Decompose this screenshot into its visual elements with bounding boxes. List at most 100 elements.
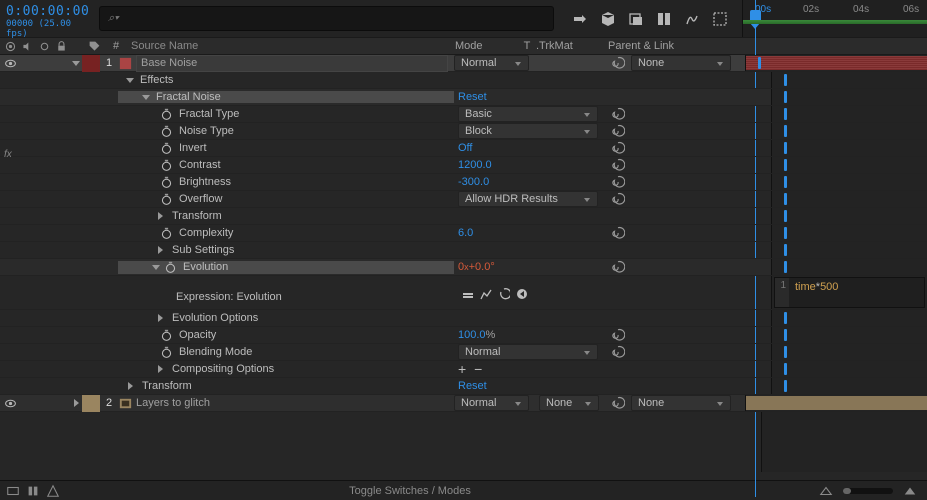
stopwatch-icon[interactable] bbox=[160, 193, 173, 206]
stopwatch-icon[interactable] bbox=[160, 125, 173, 138]
layer-bar-1[interactable] bbox=[746, 56, 927, 70]
blend-mode-dropdown-2[interactable]: Normal bbox=[454, 395, 529, 411]
expression-editor[interactable]: 1 time*500 bbox=[774, 277, 925, 308]
timecode-main[interactable]: 0:00:00:00 bbox=[6, 4, 89, 19]
contrast-value[interactable]: 1200.0 bbox=[458, 159, 492, 171]
transform-reset[interactable]: Reset bbox=[458, 380, 487, 392]
audio-header-icon[interactable] bbox=[21, 40, 34, 53]
motion-blur-icon[interactable] bbox=[656, 11, 672, 27]
pickwhip-icon[interactable] bbox=[611, 107, 625, 121]
source-name-column-header[interactable]: Source Name bbox=[125, 40, 451, 52]
layer-name-2[interactable]: Layers to glitch bbox=[136, 397, 210, 409]
cube-icon[interactable] bbox=[600, 11, 616, 27]
eye-icon[interactable] bbox=[4, 57, 17, 70]
toggle-switches-button[interactable]: Toggle Switches / Modes bbox=[60, 485, 760, 497]
pickwhip-icon[interactable] bbox=[611, 226, 625, 240]
mode-column-header[interactable]: Mode bbox=[451, 40, 518, 52]
shy-icon[interactable] bbox=[572, 11, 588, 27]
twirl-evolution[interactable] bbox=[150, 261, 162, 273]
pickwhip-icon[interactable] bbox=[611, 260, 625, 274]
parent-dropdown-2[interactable]: None bbox=[631, 395, 731, 411]
zoom-slider[interactable] bbox=[843, 488, 893, 494]
expression-code[interactable]: time*500 bbox=[789, 278, 924, 307]
twirl-effects[interactable] bbox=[124, 74, 136, 86]
twirl-layer-2[interactable] bbox=[70, 397, 82, 409]
fractal-noise-effect-row[interactable]: Fractal Noise Reset bbox=[0, 89, 927, 106]
zoom-out-icon[interactable] bbox=[819, 484, 833, 498]
stopwatch-icon[interactable] bbox=[160, 346, 173, 359]
pickwhip-icon[interactable] bbox=[611, 158, 625, 172]
pickwhip-icon[interactable] bbox=[611, 192, 625, 206]
t-column-header[interactable]: T bbox=[518, 40, 536, 52]
stopwatch-icon[interactable] bbox=[164, 261, 177, 274]
pickwhip-icon[interactable] bbox=[611, 56, 625, 70]
parent-column-header[interactable]: Parent & Link bbox=[602, 40, 742, 52]
time-ruler[interactable]: 00s 02s 04s 06s bbox=[742, 0, 927, 37]
twirl-transform-sub[interactable] bbox=[154, 210, 166, 222]
prop-sub-settings[interactable]: Sub Settings bbox=[0, 242, 927, 259]
evolution-value[interactable]: 0x+0.0° bbox=[458, 261, 495, 273]
current-time-display[interactable]: 0:00:00:00 00000 (25.00 fps) bbox=[0, 0, 95, 37]
expression-enable-icon[interactable] bbox=[462, 288, 474, 300]
fractal-reset[interactable]: Reset bbox=[458, 91, 487, 103]
search-input[interactable]: ⌕▾ bbox=[99, 6, 554, 31]
shy-toggle-icon[interactable] bbox=[46, 484, 60, 498]
opacity-value[interactable]: 100.0 bbox=[458, 329, 486, 341]
twirl-fractal[interactable] bbox=[140, 91, 152, 103]
index-column-header[interactable]: # bbox=[107, 40, 125, 52]
effects-group-row[interactable]: Effects bbox=[0, 72, 927, 89]
pickwhip-icon[interactable] bbox=[611, 328, 625, 342]
stopwatch-icon[interactable] bbox=[160, 176, 173, 189]
layer-transform-group[interactable]: Transform Reset bbox=[0, 378, 927, 395]
frame-blending-icon[interactable] bbox=[26, 484, 40, 498]
brightness-value[interactable]: -300.0 bbox=[458, 176, 489, 188]
expression-pickwhip-icon[interactable] bbox=[498, 288, 510, 300]
stopwatch-icon[interactable] bbox=[160, 329, 173, 342]
add-remove-icons[interactable]: + − bbox=[458, 361, 484, 377]
work-area-bar[interactable] bbox=[743, 20, 927, 24]
expression-graph-icon[interactable] bbox=[480, 288, 492, 300]
stopwatch-icon[interactable] bbox=[160, 108, 173, 121]
blend-mode-dropdown-1[interactable]: Normal bbox=[454, 55, 529, 71]
solo-header-icon[interactable] bbox=[38, 40, 51, 53]
pickwhip-icon[interactable] bbox=[611, 175, 625, 189]
prop-transform-subgroup[interactable]: Transform bbox=[0, 208, 927, 225]
pickwhip-icon[interactable] bbox=[611, 396, 625, 410]
layer-bar-2[interactable] bbox=[746, 396, 927, 410]
fractal-type-dropdown[interactable]: Basic bbox=[458, 106, 598, 122]
brainstorm-icon[interactable] bbox=[712, 11, 728, 27]
label-color-header-icon[interactable] bbox=[88, 40, 101, 53]
zoom-in-icon[interactable] bbox=[903, 484, 917, 498]
invert-value[interactable]: Off bbox=[458, 142, 472, 154]
layer-row-2[interactable]: 2 Layers to glitch Normal None None bbox=[0, 395, 927, 412]
pickwhip-icon[interactable] bbox=[611, 345, 625, 359]
trkmat-column-header[interactable]: .TrkMat bbox=[536, 40, 602, 52]
graph-editor-icon[interactable] bbox=[684, 11, 700, 27]
stopwatch-icon[interactable] bbox=[160, 142, 173, 155]
twirl-compositing[interactable] bbox=[154, 363, 166, 375]
twirl-layer-transform[interactable] bbox=[124, 380, 136, 392]
twirl-layer-1[interactable] bbox=[70, 57, 82, 69]
layer-label-color-1[interactable] bbox=[82, 55, 100, 72]
eye-icon[interactable] bbox=[4, 397, 17, 410]
layer-label-color-2[interactable] bbox=[82, 395, 100, 412]
video-eye-header-icon[interactable] bbox=[4, 40, 17, 53]
frame-blend-icon[interactable] bbox=[628, 11, 644, 27]
pickwhip-icon[interactable] bbox=[611, 124, 625, 138]
layer-name-input-1[interactable]: Base Noise bbox=[136, 55, 448, 72]
pickwhip-icon[interactable] bbox=[611, 141, 625, 155]
stopwatch-icon[interactable] bbox=[160, 227, 173, 240]
twirl-sub-settings[interactable] bbox=[154, 244, 166, 256]
layer-row-1[interactable]: 1 Base Noise Normal None bbox=[0, 55, 927, 72]
prop-compositing-options[interactable]: Compositing Options + − bbox=[0, 361, 927, 378]
render-queue-icon[interactable] bbox=[6, 484, 20, 498]
prop-evolution-options[interactable]: Evolution Options bbox=[0, 310, 927, 327]
parent-dropdown-1[interactable]: None bbox=[631, 55, 731, 71]
effect-blend-mode-dropdown[interactable]: Normal bbox=[458, 344, 598, 360]
complexity-value[interactable]: 6.0 bbox=[458, 227, 473, 239]
twirl-evolution-options[interactable] bbox=[154, 312, 166, 324]
expression-language-icon[interactable] bbox=[516, 288, 528, 300]
lock-header-icon[interactable] bbox=[55, 40, 68, 53]
noise-type-dropdown[interactable]: Block bbox=[458, 123, 598, 139]
trkmat-dropdown-2[interactable]: None bbox=[539, 395, 599, 411]
